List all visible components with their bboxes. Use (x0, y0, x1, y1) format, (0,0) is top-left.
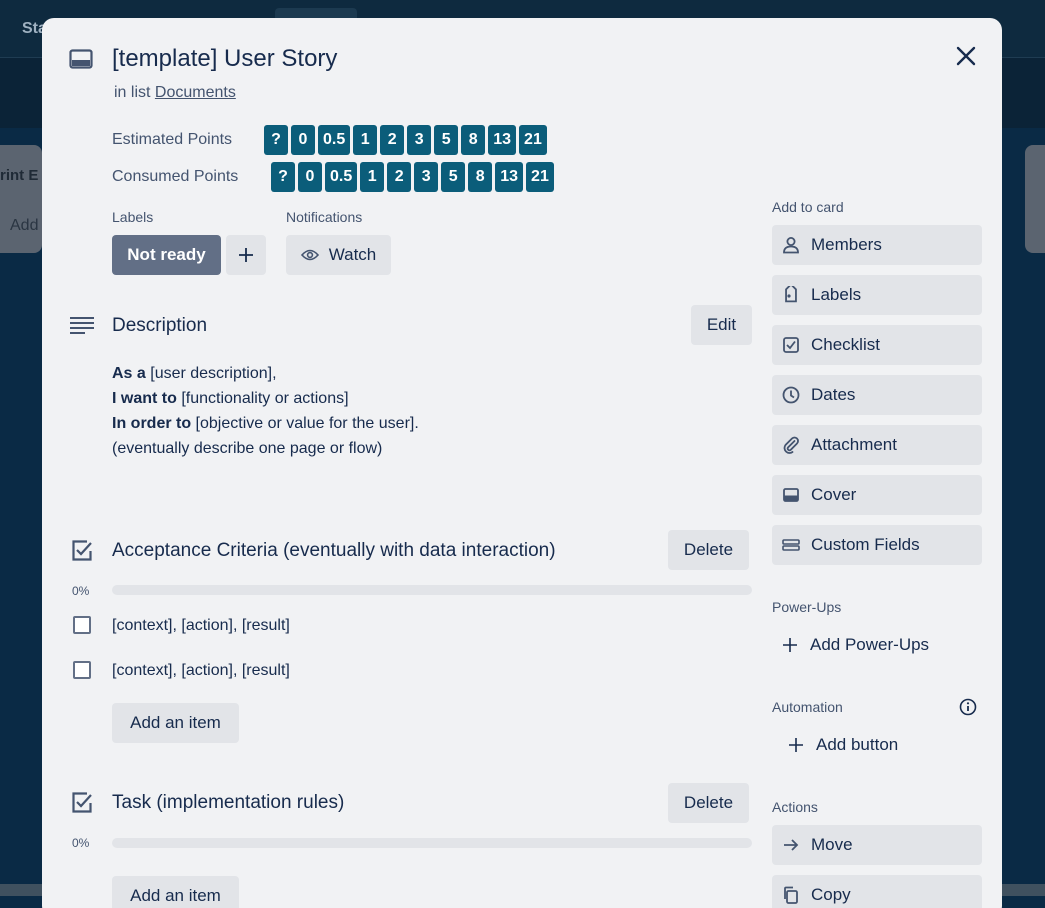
consumed-chip[interactable]: 1 (360, 162, 385, 192)
close-icon (956, 46, 976, 66)
add-label-button[interactable] (226, 235, 266, 275)
delete-checklist-button[interactable]: Delete (668, 783, 749, 823)
estimated-chip[interactable]: 1 (353, 125, 378, 155)
eye-icon (300, 249, 319, 261)
consumed-chip[interactable]: 5 (441, 162, 466, 192)
checklist-item-checkbox[interactable] (73, 616, 91, 634)
consumed-chip[interactable]: 3 (414, 162, 439, 192)
arrow-right-icon (784, 839, 799, 851)
person-icon (783, 237, 799, 254)
cover-icon (783, 488, 799, 502)
background-list: rint E Add (0, 145, 42, 253)
checklist-icon (71, 792, 93, 814)
edit-description-button[interactable]: Edit (691, 305, 752, 345)
copy-icon (784, 886, 798, 904)
list-name-link[interactable]: Documents (155, 84, 236, 101)
description-icon (70, 316, 94, 334)
estimated-chip[interactable]: 13 (488, 125, 517, 155)
description-line: In order to [objective or value for the … (112, 415, 419, 432)
checklist-progress-bar (112, 585, 752, 595)
card-list-info: in list Documents (114, 84, 236, 102)
info-icon[interactable] (959, 698, 977, 716)
tag-icon (785, 286, 797, 303)
consumed-chip[interactable]: 13 (495, 162, 524, 192)
checklist-progress-percent: 0% (72, 836, 90, 850)
background-list-title: rint E (0, 167, 39, 184)
add-item-button[interactable]: Add an item (112, 703, 239, 743)
close-button[interactable] (948, 38, 984, 74)
label-not-ready[interactable]: Not ready (112, 235, 221, 275)
background-list-right (1025, 145, 1045, 253)
consumed-chip[interactable]: 0 (298, 162, 322, 192)
estimated-points-options: ? 0 0.5 1 2 3 5 8 13 21 (264, 125, 547, 155)
move-button[interactable]: Move (772, 825, 982, 865)
checklist-item-text[interactable]: [context], [action], [result] (112, 662, 290, 680)
description-line: As a [user description], (112, 365, 277, 382)
consumed-points-field: Consumed Points ? 0 0.5 1 2 3 5 8 13 21 (112, 162, 554, 192)
estimated-chip[interactable]: 2 (380, 125, 405, 155)
cover-button[interactable]: Cover (772, 475, 982, 515)
card-title[interactable]: [template] User Story (112, 45, 337, 73)
consumed-chip[interactable]: 8 (468, 162, 493, 192)
automation-heading: Automation (772, 699, 843, 715)
add-power-ups-button[interactable]: Add Power-Ups (782, 635, 929, 655)
description-line: (eventually describe one page or flow) (112, 440, 383, 457)
checklist-item-checkbox[interactable] (73, 661, 91, 679)
consumed-points-options: ? 0 0.5 1 2 3 5 8 13 21 (271, 162, 554, 192)
custom-fields-button[interactable]: Custom Fields (772, 525, 982, 565)
description-body[interactable]: As a [user description], I want to [func… (112, 361, 419, 461)
consumed-points-label: Consumed Points (112, 168, 239, 185)
checklist-item-text[interactable]: [context], [action], [result] (112, 617, 290, 635)
copy-button[interactable]: Copy (772, 875, 982, 908)
add-to-card-heading: Add to card (772, 199, 844, 215)
estimated-chip[interactable]: 8 (461, 125, 486, 155)
plus-icon (239, 248, 253, 262)
plus-icon (789, 738, 803, 752)
consumed-chip[interactable]: 21 (526, 162, 554, 192)
custom-fields-icon (782, 539, 800, 551)
description-line: I want to [functionality or actions] (112, 390, 349, 407)
add-button-button[interactable]: Add button (788, 735, 898, 755)
checklist-title[interactable]: Acceptance Criteria (eventually with dat… (112, 540, 556, 562)
card-detail-modal: [template] User Story in list Documents … (42, 18, 1002, 908)
consumed-chip[interactable]: 2 (387, 162, 412, 192)
checklist-progress-bar (112, 838, 752, 848)
card-icon (69, 49, 93, 71)
estimated-chip[interactable]: 0 (291, 125, 315, 155)
checklist-progress-percent: 0% (72, 584, 90, 598)
estimated-chip[interactable]: 21 (519, 125, 547, 155)
consumed-chip[interactable]: ? (271, 162, 295, 192)
checklist-icon (71, 540, 93, 562)
checklist-title[interactable]: Task (implementation rules) (112, 792, 344, 814)
watch-label: Watch (328, 245, 377, 264)
estimated-points-field: Estimated Points ? 0 0.5 1 2 3 5 8 13 21 (112, 125, 547, 155)
attachment-button[interactable]: Attachment (772, 425, 982, 465)
power-ups-heading: Power-Ups (772, 599, 842, 615)
description-title: Description (112, 315, 208, 336)
checklist-icon (783, 337, 799, 353)
consumed-chip[interactable]: 0.5 (325, 162, 358, 192)
estimated-chip[interactable]: 0.5 (318, 125, 351, 155)
plus-icon (783, 638, 797, 652)
actions-heading: Actions (772, 799, 818, 815)
members-button[interactable]: Members (772, 225, 982, 265)
watch-button[interactable]: Watch (286, 235, 391, 275)
add-item-button[interactable]: Add an item (112, 876, 239, 908)
labels-button[interactable]: Labels (772, 275, 982, 315)
in-list-prefix: in list (114, 84, 151, 101)
paperclip-icon (783, 436, 799, 454)
labels-heading: Labels (112, 209, 154, 225)
notifications-heading: Notifications (286, 209, 363, 225)
estimated-chip[interactable]: 5 (434, 125, 459, 155)
checklist-button[interactable]: Checklist (772, 325, 982, 365)
estimated-chip[interactable]: 3 (407, 125, 432, 155)
delete-checklist-button[interactable]: Delete (668, 530, 749, 570)
clock-icon (782, 386, 800, 404)
estimated-points-label: Estimated Points (112, 131, 233, 148)
background-list-add: Add (10, 217, 39, 234)
estimated-chip[interactable]: ? (264, 125, 288, 155)
dates-button[interactable]: Dates (772, 375, 982, 415)
